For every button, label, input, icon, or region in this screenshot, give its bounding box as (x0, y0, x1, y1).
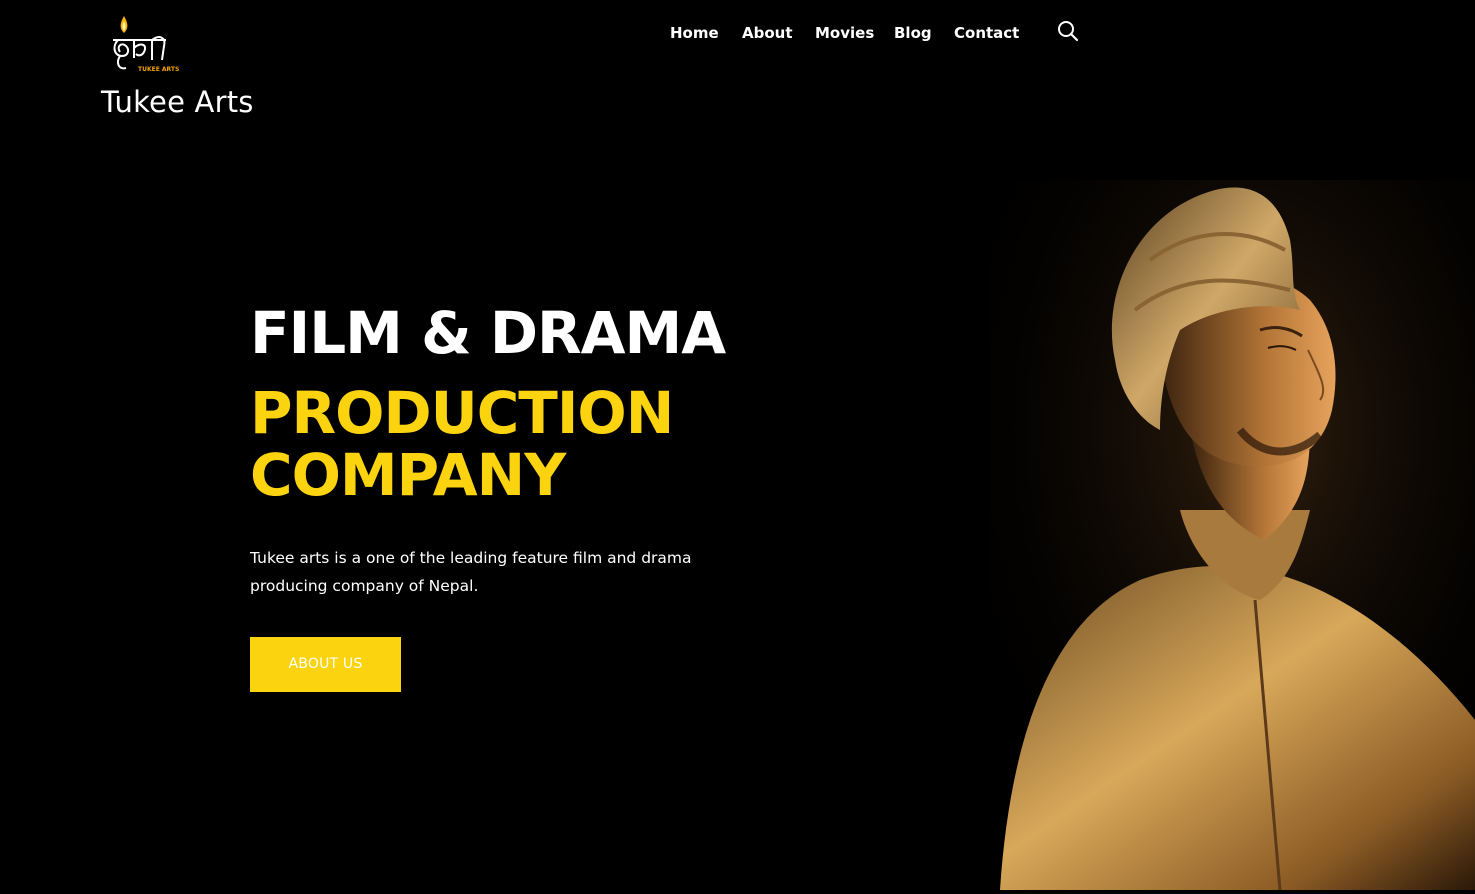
nav-item-movies[interactable]: Movies (815, 22, 874, 44)
nav-item-blog[interactable]: Blog (894, 22, 932, 44)
search-icon[interactable] (1057, 20, 1079, 42)
brand-logo[interactable]: TUKEE ARTS (108, 12, 179, 76)
logo-text: TUKEE ARTS (138, 66, 180, 73)
hero-heading-line2: PRODUCTION (250, 379, 674, 447)
site-title[interactable]: Tukee Arts (101, 84, 254, 120)
hero-image (990, 180, 1475, 891)
nav-item-home[interactable]: Home (670, 22, 719, 44)
about-us-button[interactable]: ABOUT US (250, 637, 401, 692)
hero-heading-line1: FILM & DRAMA (250, 299, 726, 367)
site-header: TUKEE ARTS Tukee Arts Home About Movies … (0, 0, 1475, 130)
hero-heading-line3: COMPANY (250, 441, 566, 509)
nav-item-about[interactable]: About (742, 22, 793, 44)
hero-description: Tukee arts is a one of the leading featu… (250, 549, 692, 595)
nav-item-contact[interactable]: Contact (954, 22, 1019, 44)
